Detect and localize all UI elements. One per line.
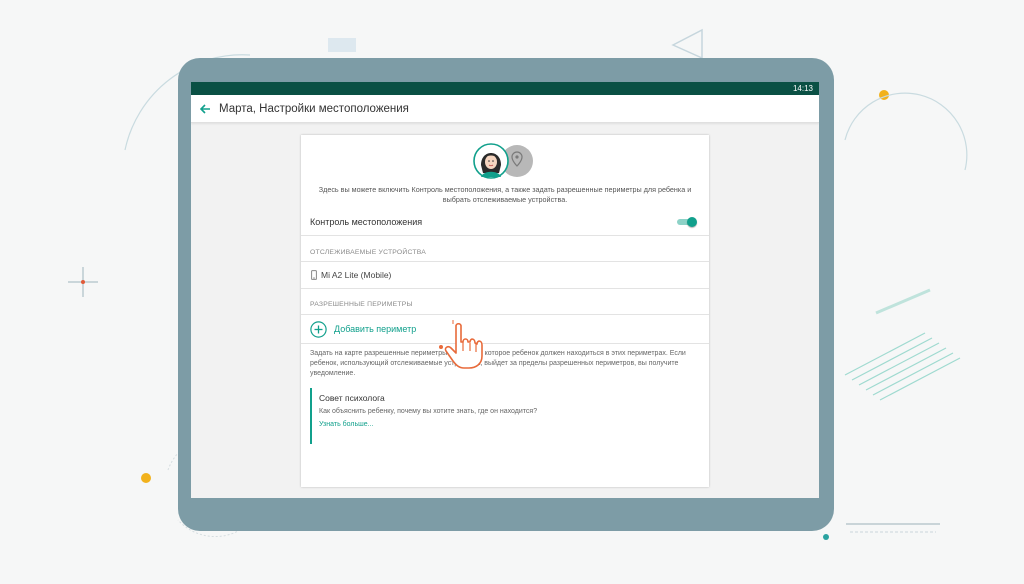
toggle-knob	[687, 217, 697, 227]
add-perimeter-label: Добавить периметр	[334, 324, 417, 334]
location-control-toggle[interactable]	[677, 217, 697, 227]
device-label: Mi A2 Lite (Mobile)	[321, 270, 392, 280]
child-avatar-with-location-icon	[473, 143, 533, 179]
intro-text: Здесь вы можете включить Контроль местоп…	[318, 185, 692, 204]
learn-more-link[interactable]: Узнать больше...	[319, 421, 695, 428]
status-bar: 14:13	[191, 82, 819, 95]
location-control-label: Контроль местоположения	[310, 217, 423, 227]
location-control-row: Контроль местоположения	[301, 209, 709, 236]
device-item[interactable]: Mi A2 Lite (Mobile)	[301, 262, 709, 288]
perimeters-header: РАЗРЕШЕННЫЕ ПЕРИМЕТРЫ	[310, 301, 413, 308]
psychologist-tip: Совет психолога Как объяснить ребенку, п…	[310, 388, 695, 444]
pointing-hand-cursor	[439, 320, 483, 369]
tip-subtitle: Как объяснить ребенку, почему вы хотите …	[319, 408, 538, 415]
perimeters-description: Задать на карте разрешенные периметры и …	[310, 350, 686, 377]
divider	[301, 343, 709, 344]
divider	[301, 288, 709, 289]
plus-circle-icon	[310, 320, 327, 338]
tip-title: Совет психолога	[319, 393, 385, 403]
page-title: Марта, Настройки местоположения	[219, 102, 409, 115]
back-button[interactable]	[199, 103, 211, 115]
app-bar: Марта, Настройки местоположения	[191, 95, 819, 123]
phone-icon	[311, 270, 317, 280]
status-time: 14:13	[792, 84, 813, 93]
settings-card: Здесь вы можете включить Контроль местоп…	[301, 135, 709, 487]
tracked-devices-header: ОТСЛЕЖИВАЕМЫЕ УСТРОЙСТВА	[310, 249, 426, 256]
device-screen: 14:13 Марта, Настройки местоположения Зд…	[191, 82, 819, 498]
add-perimeter-button[interactable]: Добавить периметр	[301, 316, 709, 342]
divider	[301, 314, 709, 315]
arrow-left-icon	[199, 103, 210, 114]
